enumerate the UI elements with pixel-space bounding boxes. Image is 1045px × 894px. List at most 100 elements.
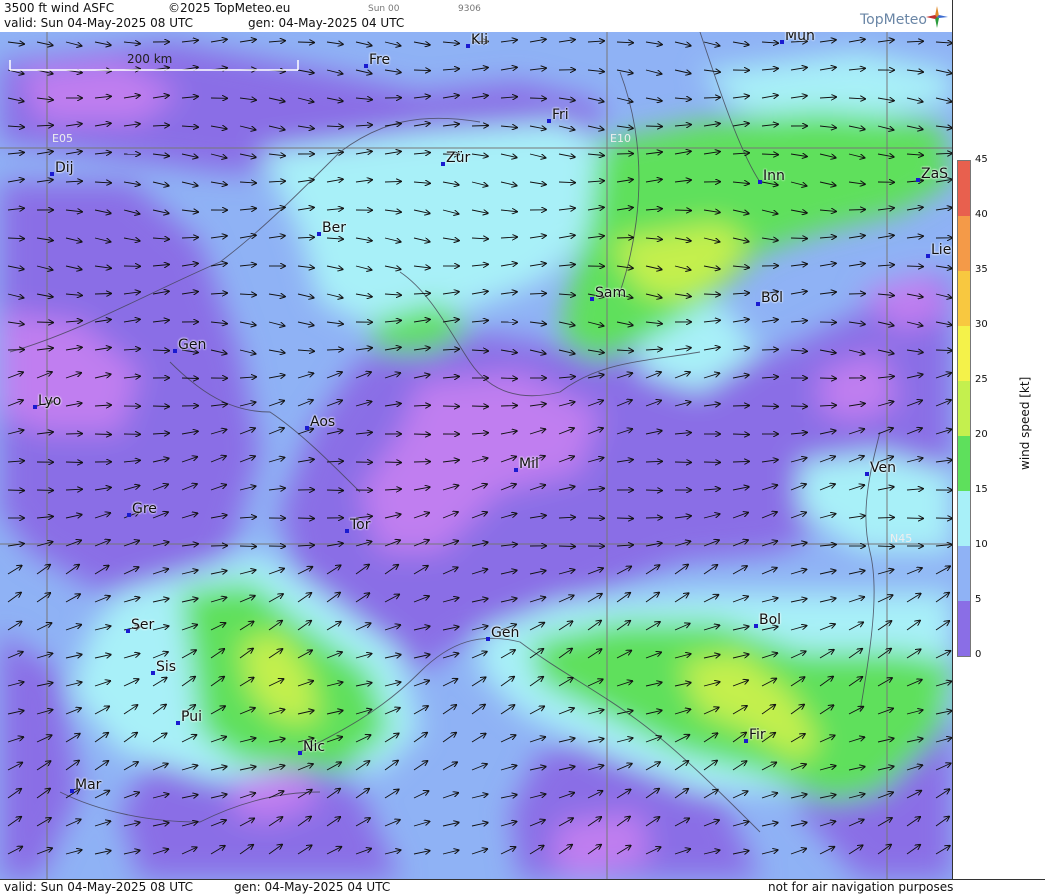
wind-arrow (878, 517, 894, 518)
legend-tick-label: 10 (975, 539, 988, 550)
city-label: Fre (369, 52, 390, 68)
wind-arrow (733, 461, 749, 462)
color-bar-segment (958, 491, 970, 546)
city-marker (305, 426, 309, 430)
city-label: ZaS (921, 166, 948, 182)
city-label: Fir (749, 727, 766, 743)
city-label: Tor (350, 517, 371, 533)
wind-arrow (182, 378, 198, 379)
city-marker (151, 671, 155, 675)
city-label: Ven (870, 460, 896, 476)
color-bar-segment (958, 546, 970, 601)
wind-arrow (907, 266, 923, 267)
footer-notice: not for air navigation purposes (768, 880, 953, 894)
gen-time: gen: 04-May-2025 04 UTC (248, 16, 404, 30)
wind-arrow (414, 70, 430, 71)
wind-arrow (646, 490, 662, 491)
city-marker (547, 119, 551, 123)
color-bar-segment (958, 436, 970, 491)
wind-arrow (704, 97, 720, 98)
scale-bar-label: 200 km (127, 52, 172, 66)
wind-arrow (530, 98, 546, 99)
wind-arrow (95, 434, 111, 435)
wind-arrow (327, 490, 343, 491)
wind-arrow (733, 434, 749, 435)
legend-tick-label: 15 (975, 484, 988, 495)
legend-tick-label: 20 (975, 429, 988, 440)
wind-arrow (385, 181, 401, 182)
city-label: Gen (178, 337, 206, 353)
city-label: Gre (132, 501, 157, 517)
grid-label-lon1: E05 (52, 132, 73, 145)
legend-title: wind speed [kt] (1018, 377, 1032, 470)
wind-arrow (762, 349, 778, 350)
city-label: Kli (471, 32, 488, 48)
city-label: Sis (156, 659, 176, 675)
copyright: ©2025 TopMeteo.eu (168, 1, 290, 15)
city-label: Aos (310, 414, 335, 430)
wind-arrow (617, 238, 633, 239)
color-bar-segment (958, 381, 970, 436)
code-label: 9306 (458, 4, 481, 14)
legend-tick-label: 0 (975, 649, 981, 660)
city-marker (780, 40, 784, 44)
city-marker (590, 297, 594, 301)
city-marker (126, 629, 130, 633)
wind-map[interactable]: 200 km E05 E10 N45 MunKliFreFriDijZürInn… (0, 32, 952, 879)
city-marker (317, 232, 321, 236)
wind-arrow (472, 406, 488, 407)
city-marker (744, 739, 748, 743)
legend-tick-label: 35 (975, 264, 988, 275)
city-marker (298, 751, 302, 755)
city-label: Mar (75, 777, 101, 793)
wind-arrow (878, 546, 894, 547)
wind-arrow (501, 378, 517, 379)
city-marker (70, 789, 74, 793)
city-label: Bol (761, 290, 783, 306)
city-marker (754, 624, 758, 628)
wind-arrow (414, 434, 430, 435)
footer-bar: valid: Sun 04-May-2025 08 UTC gen: 04-Ma… (0, 879, 1045, 894)
city-marker (486, 637, 490, 641)
wind-arrow (559, 546, 575, 547)
wind-arrow (733, 406, 749, 407)
city-label: Lie (931, 242, 951, 258)
legend-tick-label: 25 (975, 374, 988, 385)
city-marker (176, 721, 180, 725)
color-bar-segment (958, 601, 970, 656)
wind-arrow (66, 462, 82, 463)
city-label: Lyo (38, 393, 61, 409)
grid-label-lat1: N45 (890, 532, 912, 545)
city-marker (926, 254, 930, 258)
city-label: Mun (785, 32, 815, 44)
color-bar-segment (958, 216, 970, 271)
compass-logo-icon (926, 6, 948, 28)
wind-arrow (153, 406, 169, 407)
city-marker (865, 472, 869, 476)
grid-label-lon2: E10 (610, 132, 631, 145)
wind-arrow (849, 210, 865, 211)
wind-arrow (646, 126, 662, 127)
city-label: Inn (763, 168, 785, 184)
run-label: Sun 00 (368, 4, 399, 14)
legend-tick-label: 45 (975, 154, 988, 165)
city-marker (441, 162, 445, 166)
city-label: Bol (759, 612, 781, 628)
wind-arrow (762, 406, 778, 407)
color-bar-segment (958, 161, 970, 216)
footer-valid-time: valid: Sun 04-May-2025 08 UTC (4, 880, 193, 894)
city-label: Mil (519, 456, 539, 472)
city-marker (758, 180, 762, 184)
city-label: Sam (595, 285, 626, 301)
color-bar-segment (958, 271, 970, 326)
city-marker (756, 302, 760, 306)
wind-arrow (298, 518, 314, 519)
footer-gen-time: gen: 04-May-2025 04 UTC (234, 880, 390, 894)
topmeteo-logo: TopMeteo (860, 12, 927, 28)
city-marker (345, 529, 349, 533)
wind-arrow (675, 210, 691, 211)
wind-arrow (501, 406, 517, 407)
color-bar-segment (958, 326, 970, 381)
wind-arrow (240, 546, 256, 547)
wind-arrow (820, 378, 836, 379)
